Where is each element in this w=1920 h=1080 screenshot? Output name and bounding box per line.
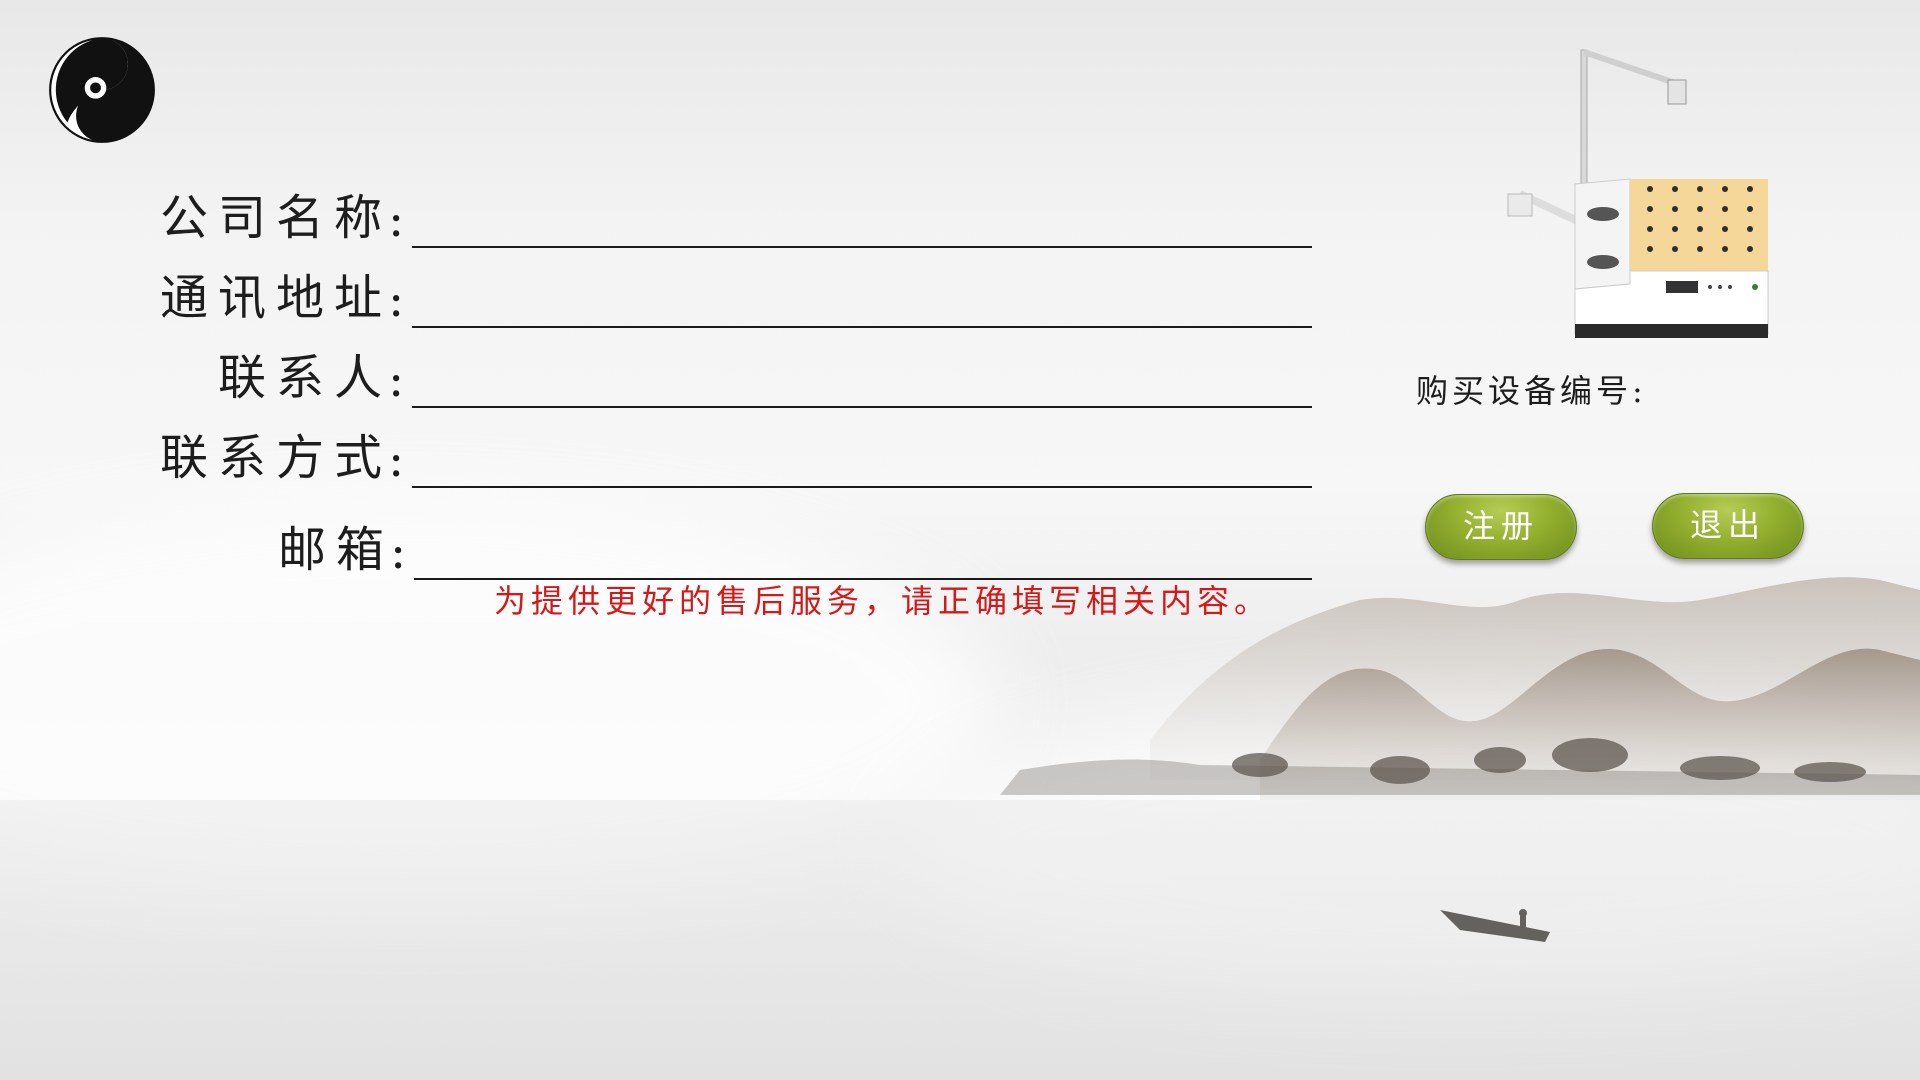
contact-method-input[interactable] <box>412 444 1313 488</box>
address-label: 通讯地址 <box>160 270 393 326</box>
email-label: 邮箱 <box>278 522 395 578</box>
company-name-input[interactable] <box>412 204 1313 248</box>
email-row: 邮箱 : <box>278 510 1313 580</box>
device-serial-label: 购买设备编号: <box>1416 372 1647 410</box>
colon: : <box>390 524 407 580</box>
company-name-label: 公司名称 <box>160 190 393 246</box>
address-input[interactable] <box>412 284 1313 328</box>
contact-person-label: 联系人 <box>218 350 393 406</box>
colon: : <box>388 432 405 488</box>
email-input[interactable] <box>414 536 1313 580</box>
landscape-illustration <box>0 577 1920 1080</box>
contact-method-label: 联系方式 <box>160 430 393 486</box>
notice-text: 为提供更好的售后服务，请正确填写相关内容。 <box>494 582 1272 620</box>
yin-yang-logo-icon <box>49 37 155 143</box>
colon: : <box>388 192 405 248</box>
contact-method-row: 联系方式 : <box>160 418 1313 488</box>
register-button[interactable]: 注册 <box>1425 494 1577 560</box>
colon: : <box>388 272 405 328</box>
boat-icon <box>1440 909 1550 942</box>
device-product-image <box>1507 49 1769 338</box>
exit-button[interactable]: 退出 <box>1652 493 1804 559</box>
address-row: 通讯地址 : <box>160 258 1313 328</box>
contact-person-input[interactable] <box>412 364 1313 408</box>
company-name-row: 公司名称 : <box>160 178 1313 248</box>
contact-person-row: 联系人 : <box>218 338 1313 408</box>
colon: : <box>388 352 405 408</box>
